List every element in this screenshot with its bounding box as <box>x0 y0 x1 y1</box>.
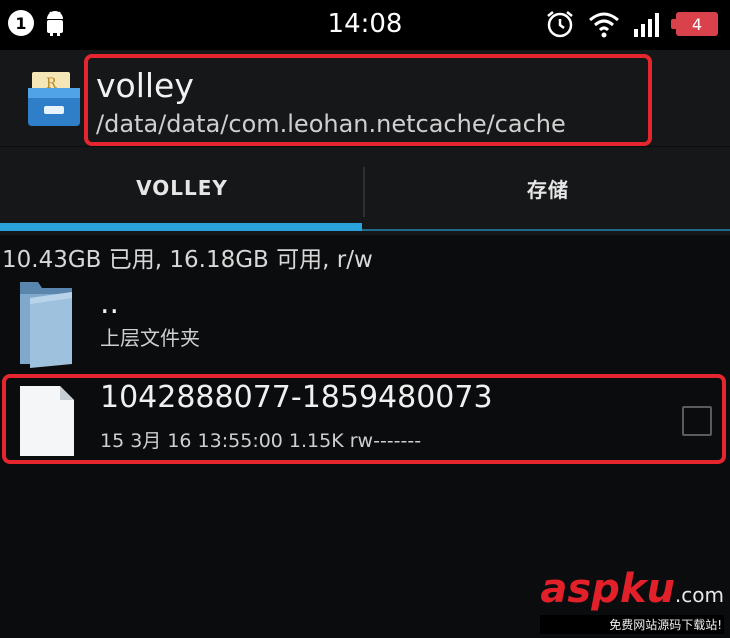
alarm-icon <box>547 11 573 38</box>
wifi-icon <box>589 12 619 38</box>
tab-bar: VOLLEY 存储 <box>0 147 730 235</box>
tab-volley[interactable]: VOLLEY <box>0 147 364 229</box>
file-name: 1042888077-1859480073 <box>100 380 493 415</box>
file-details: 15 3月 16 13:55:00 1.15K rw------- <box>100 430 422 452</box>
folder-icon <box>20 282 72 368</box>
parent-folder-name: .. <box>100 286 120 321</box>
storage-info: 10.43GB 已用, 16.18GB 可用, r/w <box>2 247 373 273</box>
tab-underline <box>0 229 730 231</box>
signal-icon <box>634 13 659 37</box>
watermark-ku: ku <box>619 566 675 612</box>
watermark-com: .com <box>674 583 724 607</box>
status-bar: 1 14:08 4 <box>0 0 730 50</box>
watermark-subtitle: 免费网站源码下载站! <box>540 615 724 634</box>
file-select-checkbox[interactable] <box>682 406 712 436</box>
svg-text:R: R <box>46 76 57 92</box>
watermark-logo: aspku.com <box>540 569 724 615</box>
tab-divider <box>363 167 365 217</box>
folder-title: volley <box>96 66 194 105</box>
list-item-parent-folder[interactable]: .. 上层文件夹 <box>0 272 730 372</box>
battery-icon: 4 <box>671 12 718 36</box>
action-bar: R volley /data/data/com.leohan.netcache/… <box>0 50 730 197</box>
battery-level: 4 <box>691 14 703 34</box>
status-right: 4 <box>544 9 718 39</box>
watermark-asp: asp <box>540 566 620 612</box>
file-icon <box>20 386 74 456</box>
folder-path: /data/data/com.leohan.netcache/cache <box>96 110 566 138</box>
root-explorer-app-icon[interactable]: R <box>26 68 82 128</box>
watermark: aspku.com 免费网站源码下载站! <box>540 569 724 634</box>
list-item-file[interactable]: 1042888077-1859480073 15 3月 16 13:55:00 … <box>0 374 730 466</box>
tab-storage[interactable]: 存储 <box>366 147 730 229</box>
parent-folder-label: 上层文件夹 <box>100 326 200 350</box>
